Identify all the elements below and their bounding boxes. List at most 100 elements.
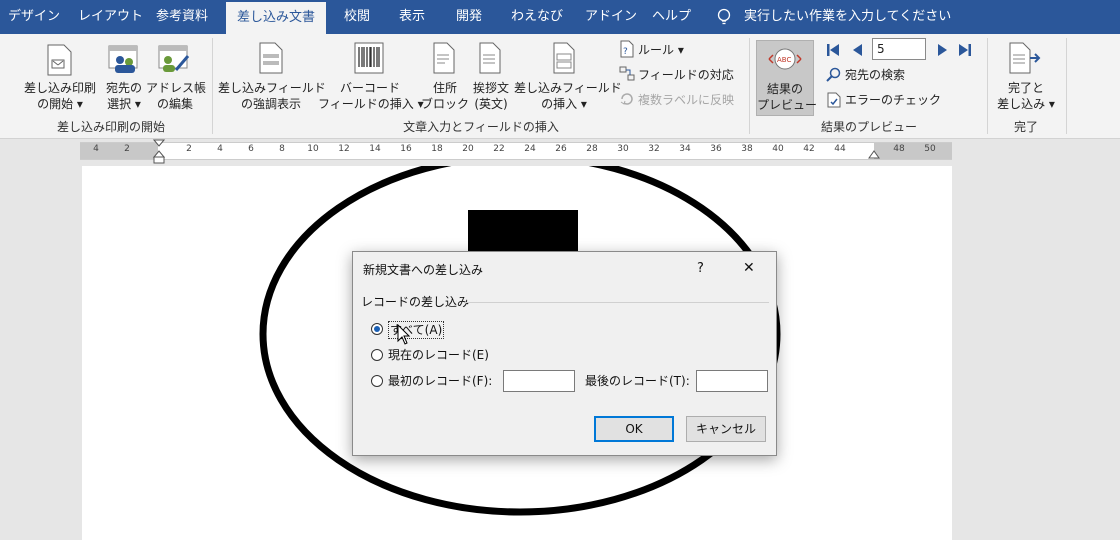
merge-to-new-document-dialog: 新規文書への差し込み ? ✕ レコードの差し込み すべて(A) 現在のレコード(… <box>352 251 777 456</box>
ruler-number: 4 <box>93 144 99 154</box>
ruler-number: 18 <box>431 144 443 154</box>
check-for-errors-button[interactable]: エラーのチェック <box>845 92 941 108</box>
next-record-icon[interactable] <box>936 43 948 57</box>
previous-record-icon[interactable] <box>852 43 864 57</box>
rules-icon: ? <box>620 40 634 58</box>
section-label: レコードの差し込み <box>361 295 470 309</box>
tab-mailings[interactable]: 差し込み文書 <box>226 2 326 34</box>
find-recipient-button[interactable]: 宛先の検索 <box>845 67 905 83</box>
group-separator <box>749 38 750 134</box>
last-record-field[interactable] <box>696 370 768 392</box>
record-number-input[interactable]: 5 <box>872 38 926 60</box>
tell-me-search[interactable]: 実行したい作業を入力してください <box>744 0 951 34</box>
insert-merge-field-icon <box>553 42 575 74</box>
finish-and-merge-button[interactable]: 完了と 差し込み ▾ <box>994 80 1058 112</box>
tab-layout[interactable]: レイアウト <box>78 0 143 34</box>
tab-addins[interactable]: アドイン <box>585 0 637 34</box>
group-label-finish: 完了 <box>1013 120 1038 134</box>
right-indent-marker-icon[interactable] <box>868 149 880 159</box>
ruler-number: 30 <box>617 144 629 154</box>
radio-current-record[interactable] <box>371 349 383 361</box>
rules-button[interactable]: ルール ▾ <box>638 42 684 58</box>
tab-waenavi[interactable]: わえなび <box>511 0 563 34</box>
match-fields-icon <box>619 66 635 81</box>
ruler-number: 50 <box>924 144 936 154</box>
highlight-fields-icon <box>259 42 283 74</box>
ruler-number: 12 <box>338 144 350 154</box>
ruler-number: 10 <box>307 144 319 154</box>
ruler-number: 28 <box>586 144 598 154</box>
edit-recipient-list-button[interactable]: アドレス帳 の編集 <box>146 80 206 112</box>
first-record-icon[interactable] <box>826 43 840 57</box>
ruler-number: 26 <box>555 144 567 154</box>
greeting-line-icon <box>479 42 501 74</box>
ruler-number: 48 <box>893 144 905 154</box>
ruler-number: 8 <box>279 144 285 154</box>
svg-text:?: ? <box>623 47 628 57</box>
check-errors-icon <box>827 92 841 108</box>
cancel-button[interactable]: キャンセル <box>686 416 766 442</box>
group-separator <box>987 38 988 134</box>
barcode-field-button[interactable]: バーコード フィールドの挿入 ▾ <box>318 80 424 112</box>
ruler-number: 32 <box>648 144 660 154</box>
last-record-icon[interactable] <box>958 43 972 57</box>
first-record-field[interactable] <box>503 370 575 392</box>
barcode-icon <box>354 42 384 74</box>
start-mail-merge-button[interactable]: 差し込み印刷 の開始 ▾ <box>12 80 108 112</box>
ruler-number: 42 <box>803 144 815 154</box>
highlight-merge-fields-button[interactable]: 差し込みフィールド の強調表示 <box>218 80 326 112</box>
tab-view[interactable]: 表示 <box>399 0 425 34</box>
horizontal-ruler[interactable]: 4 2 2 4 6 8 10 12 14 16 18 20 22 24 26 2… <box>80 139 952 164</box>
ruler-number: 44 <box>834 144 846 154</box>
svg-text:ABC: ABC <box>777 56 791 64</box>
radio-from-record[interactable] <box>371 375 383 387</box>
mouse-cursor-icon <box>397 324 411 345</box>
ruler-number: 2 <box>124 144 130 154</box>
update-labels-button[interactable]: 複数ラベルに反映 <box>638 92 734 108</box>
select-recipients-icon <box>108 45 138 73</box>
tab-references[interactable]: 参考資料 <box>156 0 208 34</box>
ruler-number: 6 <box>248 144 254 154</box>
ruler-number: 22 <box>493 144 505 154</box>
select-recipients-button[interactable]: 宛先の 選択 ▾ <box>100 80 148 112</box>
radio-from-record-label[interactable]: 最初のレコード(F): <box>388 373 492 389</box>
preview-results-icon: ABC <box>768 48 802 70</box>
tab-developer[interactable]: 開発 <box>456 0 482 34</box>
ruler-number: 38 <box>741 144 753 154</box>
address-block-icon <box>433 42 455 74</box>
section-divider <box>465 302 769 303</box>
greeting-line-button[interactable]: 挨拶文 (英文) <box>468 80 514 112</box>
ruler-number: 16 <box>400 144 412 154</box>
ribbon: 差し込み印刷 の開始 ▾ 宛先の 選択 ▾ アドレス帳 の編集 差し込み印刷の開始 差… <box>0 34 1120 139</box>
indent-marker-icon[interactable] <box>153 139 165 165</box>
tab-review[interactable]: 校閲 <box>344 0 370 34</box>
ruler-number: 2 <box>186 144 192 154</box>
ribbon-tab-bar: デザイン レイアウト 参考資料 差し込み文書 校閲 表示 開発 わえなび アドイ… <box>0 0 1120 34</box>
find-recipient-icon <box>826 67 841 82</box>
edit-recipient-list-icon <box>158 45 190 72</box>
radio-current-record-label[interactable]: 現在のレコード(E) <box>388 347 489 363</box>
last-record-label: 最後のレコード(T): <box>585 374 690 388</box>
radio-all[interactable] <box>371 323 383 335</box>
ruler-number: 34 <box>679 144 691 154</box>
finish-merge-icon <box>1009 42 1041 74</box>
start-mail-merge-icon <box>47 44 72 76</box>
ruler-number: 40 <box>772 144 784 154</box>
ruler-number: 4 <box>217 144 223 154</box>
preview-results-button[interactable]: ABC 結果の プレビュー <box>756 40 817 116</box>
address-block-button[interactable]: 住所 ブロック <box>420 80 470 112</box>
group-separator <box>212 38 213 134</box>
help-button[interactable]: ? <box>697 261 704 277</box>
ok-button[interactable]: OK <box>594 416 674 442</box>
dialog-title: 新規文書への差し込み <box>363 263 484 277</box>
insert-merge-field-button[interactable]: 差し込みフィールド の挿入 ▾ <box>514 80 622 112</box>
ruler-number: 36 <box>710 144 722 154</box>
close-icon[interactable]: ✕ <box>743 260 755 276</box>
lightbulb-icon <box>717 8 731 25</box>
tab-design[interactable]: デザイン <box>8 0 60 34</box>
update-labels-icon <box>620 93 633 105</box>
tab-help[interactable]: ヘルプ <box>652 0 691 34</box>
ruler-number: 24 <box>524 144 536 154</box>
match-fields-button[interactable]: フィールドの対応 <box>638 67 734 83</box>
ruler-number: 14 <box>369 144 381 154</box>
